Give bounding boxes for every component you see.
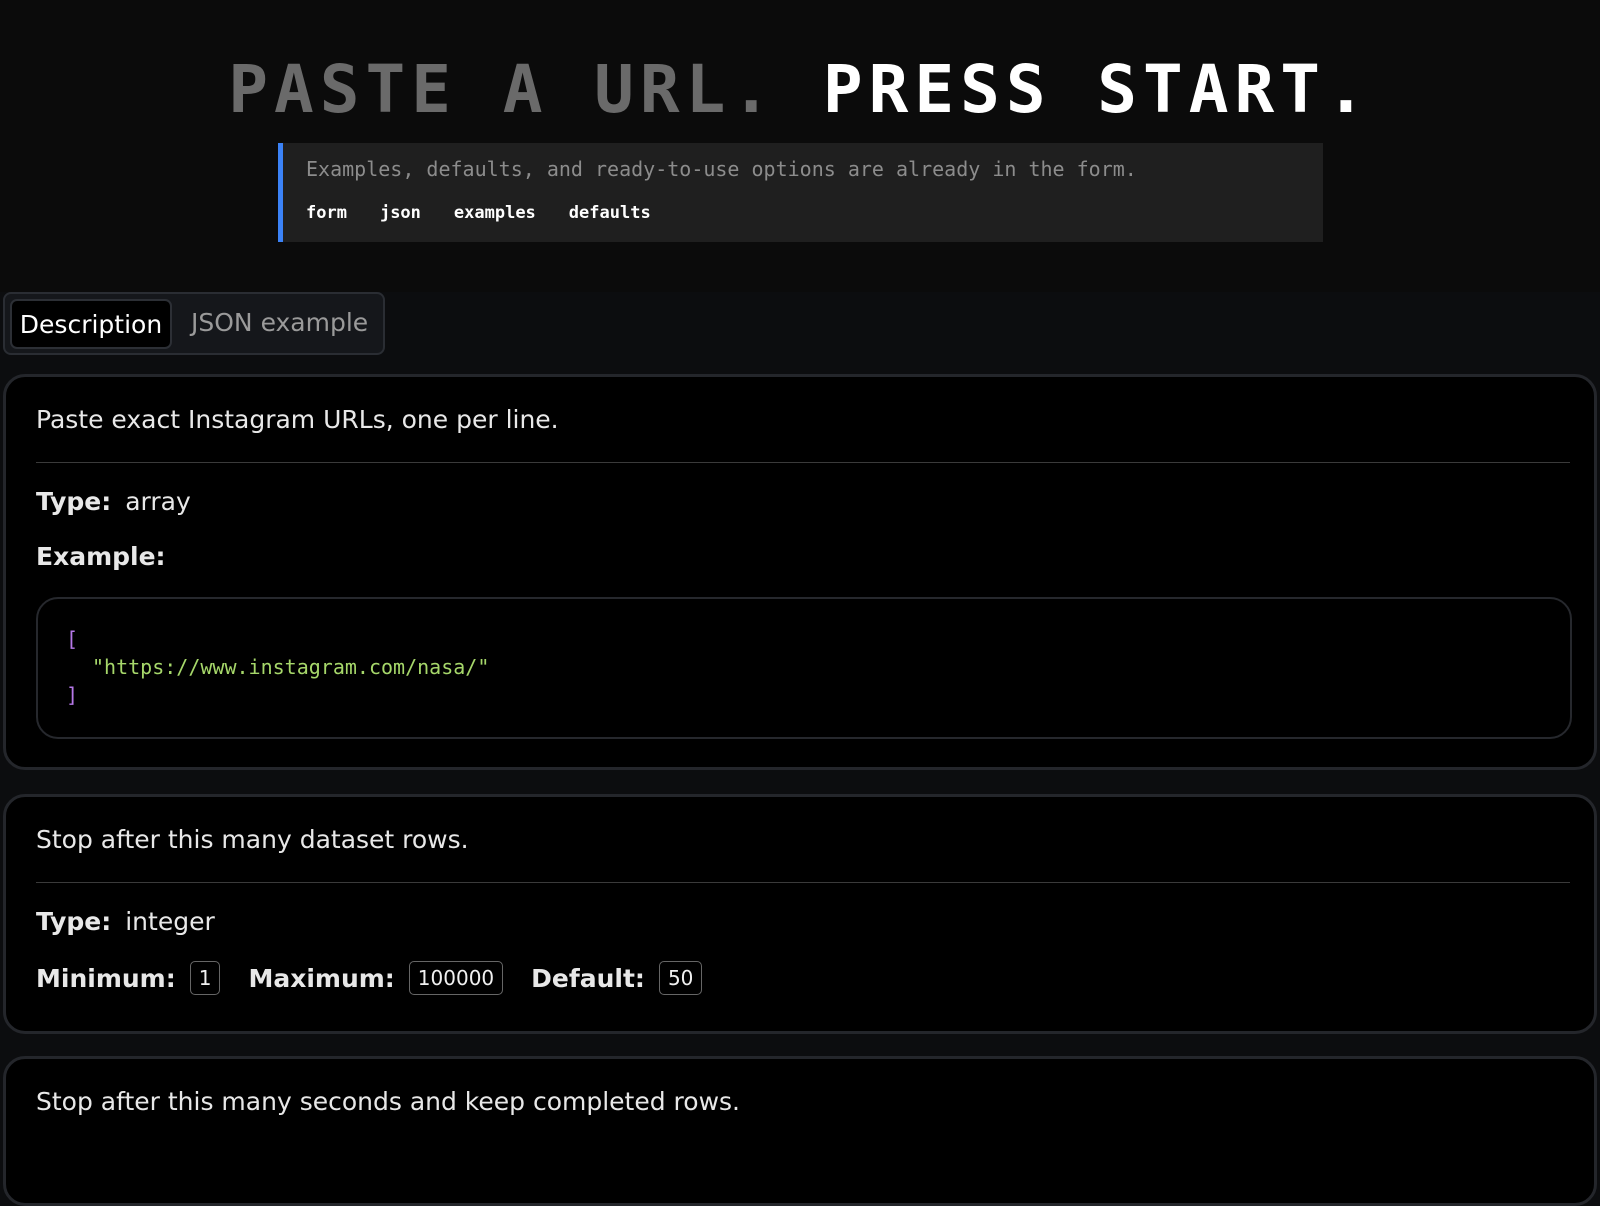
type-label: Type: [36, 907, 112, 936]
field-card-urls: Paste exact Instagram URLs, one per line… [3, 374, 1597, 770]
hero-title-bright: PRESS START. [822, 51, 1372, 128]
link-form[interactable]: form [306, 203, 347, 223]
type-value: array [125, 487, 191, 516]
hint-links: form json examples defaults [306, 203, 651, 223]
tab-json-example[interactable]: JSON example [191, 299, 368, 349]
field-description: Paste exact Instagram URLs, one per line… [36, 405, 559, 434]
example-code-block: [ "https://www.instagram.com/nasa/" ] [36, 597, 1572, 739]
code-close-bracket: ] [66, 683, 79, 707]
example-row: Example: [36, 542, 166, 571]
example-label: Example: [36, 542, 166, 571]
type-label: Type: [36, 487, 112, 516]
field-type-row: Type: array [36, 487, 191, 516]
code-open-bracket: [ [66, 627, 79, 651]
field-type-row: Type: integer [36, 907, 215, 936]
maximum-badge: 100000 [408, 961, 504, 995]
hero-section: PASTE A URL. PRESS START. Examples, defa… [0, 0, 1600, 292]
hint-text: Examples, defaults, and ready-to-use opt… [306, 157, 1137, 181]
type-value: integer [125, 907, 215, 936]
code-url-string: "https://www.instagram.com/nasa/" [92, 655, 490, 679]
default-label: Default: [531, 963, 645, 993]
field-card-max-rows: Stop after this many dataset rows. Type:… [3, 794, 1597, 1034]
link-examples[interactable]: examples [454, 203, 536, 223]
default-badge: 50 [658, 961, 703, 995]
hero-title: PASTE A URL. PRESS START. [0, 50, 1600, 130]
field-description: Stop after this many dataset rows. [36, 825, 469, 854]
minimum-badge: 1 [189, 961, 221, 995]
minimum-label: Minimum: [36, 963, 176, 993]
tab-description[interactable]: Description [10, 299, 172, 349]
hero-title-dim: PASTE A URL. [228, 51, 778, 128]
maximum-label: Maximum: [248, 963, 395, 993]
field-description: Stop after this many seconds and keep co… [36, 1087, 741, 1116]
divider [36, 462, 1570, 463]
link-defaults[interactable]: defaults [569, 203, 651, 223]
field-card-max-seconds: Stop after this many seconds and keep co… [3, 1056, 1597, 1206]
hint-box: Examples, defaults, and ready-to-use opt… [278, 143, 1323, 242]
view-tabs: Description JSON example [3, 292, 385, 355]
link-json[interactable]: json [380, 203, 421, 223]
constraints-row: Minimum: 1 Maximum: 100000 Default: 50 [36, 961, 730, 995]
divider [36, 882, 1570, 883]
